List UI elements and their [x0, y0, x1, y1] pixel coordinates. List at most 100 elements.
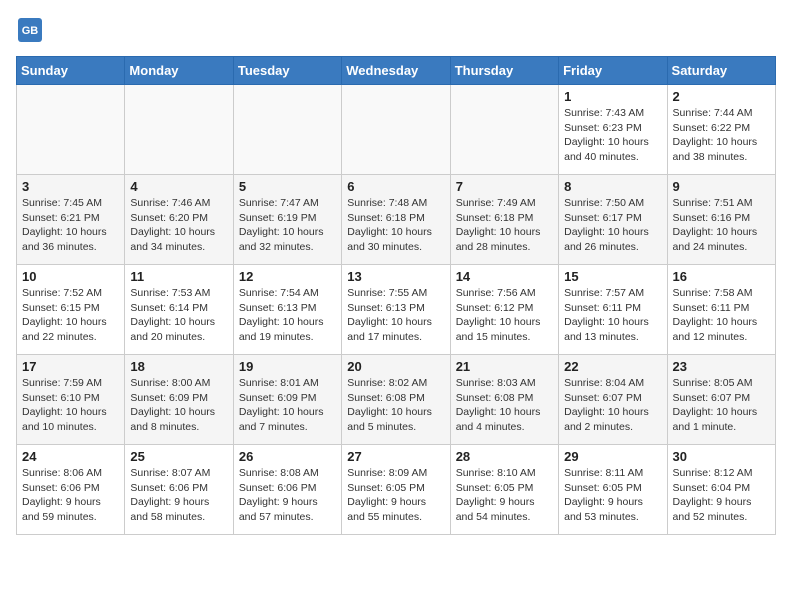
day-info: Sunrise: 7:56 AM Sunset: 6:12 PM Dayligh… — [456, 286, 553, 345]
calendar-cell — [17, 85, 125, 175]
day-info: Sunrise: 8:01 AM Sunset: 6:09 PM Dayligh… — [239, 376, 336, 435]
day-info: Sunrise: 8:11 AM Sunset: 6:05 PM Dayligh… — [564, 466, 661, 525]
calendar-cell: 1Sunrise: 7:43 AM Sunset: 6:23 PM Daylig… — [559, 85, 667, 175]
day-info: Sunrise: 7:43 AM Sunset: 6:23 PM Dayligh… — [564, 106, 661, 165]
day-info: Sunrise: 7:59 AM Sunset: 6:10 PM Dayligh… — [22, 376, 119, 435]
calendar-cell: 14 Sunrise: 7:56 AM Sunset: 6:12 PM Dayli… — [450, 265, 558, 355]
day-number: 17 — [22, 359, 119, 374]
calendar-cell: 25Sunrise: 8:07 AM Sunset: 6:06 PM Dayli… — [125, 445, 233, 535]
logo: GB — [16, 16, 48, 44]
day-number: 3 — [22, 179, 119, 194]
day-info: Sunrise: 7:50 AM Sunset: 6:17 PM Dayligh… — [564, 196, 661, 255]
calendar-week-row: 10 Sunrise: 7:52 AM Sunset: 6:15 PM Dayli… — [17, 265, 776, 355]
calendar-cell: 16Sunrise: 7:58 AM Sunset: 6:11 PM Dayli… — [667, 265, 775, 355]
calendar-cell: 22 Sunrise: 8:04 AM Sunset: 6:07 PM Dayli… — [559, 355, 667, 445]
day-info: Sunrise: 8:08 AM Sunset: 6:06 PM Dayligh… — [239, 466, 336, 525]
weekday-header: Thursday — [450, 57, 558, 85]
day-number: 18 — [130, 359, 227, 374]
calendar-week-row: 17 Sunrise: 7:59 AM Sunset: 6:10 PM Dayli… — [17, 355, 776, 445]
weekday-header: Sunday — [17, 57, 125, 85]
day-number: 23 — [673, 359, 770, 374]
day-number: 8 — [564, 179, 661, 194]
day-info: Sunrise: 8:09 AM Sunset: 6:05 PM Dayligh… — [347, 466, 444, 525]
calendar-cell: 6 Sunrise: 7:48 AM Sunset: 6:18 PM Daylig… — [342, 175, 450, 265]
day-info: Sunrise: 7:58 AM Sunset: 6:11 PM Dayligh… — [673, 286, 770, 345]
calendar-cell — [125, 85, 233, 175]
weekday-header: Wednesday — [342, 57, 450, 85]
calendar-cell: 24 Sunrise: 8:06 AM Sunset: 6:06 PM Dayli… — [17, 445, 125, 535]
calendar-cell: 9Sunrise: 7:51 AM Sunset: 6:16 PM Daylig… — [667, 175, 775, 265]
day-info: Sunrise: 8:12 AM Sunset: 6:04 PM Dayligh… — [673, 466, 770, 525]
calendar-cell — [450, 85, 558, 175]
calendar-cell: 20 Sunrise: 8:02 AM Sunset: 6:08 PM Dayli… — [342, 355, 450, 445]
calendar-cell: 12 Sunrise: 7:54 AM Sunset: 6:13 PM Dayli… — [233, 265, 341, 355]
day-number: 6 — [347, 179, 444, 194]
calendar-cell: 13 Sunrise: 7:55 AM Sunset: 6:13 PM Dayli… — [342, 265, 450, 355]
day-number: 21 — [456, 359, 553, 374]
day-info: Sunrise: 8:05 AM Sunset: 6:07 PM Dayligh… — [673, 376, 770, 435]
weekday-header: Monday — [125, 57, 233, 85]
day-number: 15 — [564, 269, 661, 284]
day-info: Sunrise: 7:55 AM Sunset: 6:13 PM Dayligh… — [347, 286, 444, 345]
svg-text:GB: GB — [22, 25, 39, 37]
calendar-cell: 23 Sunrise: 8:05 AM Sunset: 6:07 PM Dayli… — [667, 355, 775, 445]
calendar-cell: 11 Sunrise: 7:53 AM Sunset: 6:14 PM Dayli… — [125, 265, 233, 355]
day-info: Sunrise: 7:57 AM Sunset: 6:11 PM Dayligh… — [564, 286, 661, 345]
calendar-cell: 3Sunrise: 7:45 AM Sunset: 6:21 PM Daylig… — [17, 175, 125, 265]
day-info: Sunrise: 7:44 AM Sunset: 6:22 PM Dayligh… — [673, 106, 770, 165]
day-info: Sunrise: 7:49 AM Sunset: 6:18 PM Dayligh… — [456, 196, 553, 255]
day-info: Sunrise: 7:52 AM Sunset: 6:15 PM Dayligh… — [22, 286, 119, 345]
day-number: 14 — [456, 269, 553, 284]
day-number: 20 — [347, 359, 444, 374]
day-info: Sunrise: 8:07 AM Sunset: 6:06 PM Dayligh… — [130, 466, 227, 525]
day-number: 29 — [564, 449, 661, 464]
day-number: 22 — [564, 359, 661, 374]
day-number: 30 — [673, 449, 770, 464]
weekday-header: Friday — [559, 57, 667, 85]
calendar-cell — [342, 85, 450, 175]
day-number: 19 — [239, 359, 336, 374]
day-info: Sunrise: 8:03 AM Sunset: 6:08 PM Dayligh… — [456, 376, 553, 435]
day-number: 11 — [130, 269, 227, 284]
calendar-cell: 27Sunrise: 8:09 AM Sunset: 6:05 PM Dayli… — [342, 445, 450, 535]
logo-icon: GB — [16, 16, 44, 44]
header-row: SundayMondayTuesdayWednesdayThursdayFrid… — [17, 57, 776, 85]
calendar-cell: 7 Sunrise: 7:49 AM Sunset: 6:18 PM Daylig… — [450, 175, 558, 265]
day-number: 5 — [239, 179, 336, 194]
day-info: Sunrise: 7:54 AM Sunset: 6:13 PM Dayligh… — [239, 286, 336, 345]
calendar-week-row: 3Sunrise: 7:45 AM Sunset: 6:21 PM Daylig… — [17, 175, 776, 265]
calendar-cell: 26 Sunrise: 8:08 AM Sunset: 6:06 PM Dayli… — [233, 445, 341, 535]
calendar-cell: 21 Sunrise: 8:03 AM Sunset: 6:08 PM Dayli… — [450, 355, 558, 445]
day-info: Sunrise: 7:51 AM Sunset: 6:16 PM Dayligh… — [673, 196, 770, 255]
day-number: 13 — [347, 269, 444, 284]
calendar-cell: 15 Sunrise: 7:57 AM Sunset: 6:11 PM Dayli… — [559, 265, 667, 355]
day-number: 12 — [239, 269, 336, 284]
day-info: Sunrise: 7:46 AM Sunset: 6:20 PM Dayligh… — [130, 196, 227, 255]
calendar-cell: 30 Sunrise: 8:12 AM Sunset: 6:04 PM Dayli… — [667, 445, 775, 535]
calendar-cell: 8 Sunrise: 7:50 AM Sunset: 6:17 PM Daylig… — [559, 175, 667, 265]
day-info: Sunrise: 7:47 AM Sunset: 6:19 PM Dayligh… — [239, 196, 336, 255]
day-number: 4 — [130, 179, 227, 194]
day-info: Sunrise: 8:06 AM Sunset: 6:06 PM Dayligh… — [22, 466, 119, 525]
weekday-header: Saturday — [667, 57, 775, 85]
day-info: Sunrise: 7:53 AM Sunset: 6:14 PM Dayligh… — [130, 286, 227, 345]
day-number: 7 — [456, 179, 553, 194]
calendar-cell: 19 Sunrise: 8:01 AM Sunset: 6:09 PM Dayli… — [233, 355, 341, 445]
calendar-cell: 18 Sunrise: 8:00 AM Sunset: 6:09 PM Dayli… — [125, 355, 233, 445]
day-info: Sunrise: 8:04 AM Sunset: 6:07 PM Dayligh… — [564, 376, 661, 435]
calendar-week-row: 24 Sunrise: 8:06 AM Sunset: 6:06 PM Dayli… — [17, 445, 776, 535]
calendar-cell: 28 Sunrise: 8:10 AM Sunset: 6:05 PM Dayli… — [450, 445, 558, 535]
calendar-week-row: 1Sunrise: 7:43 AM Sunset: 6:23 PM Daylig… — [17, 85, 776, 175]
calendar-table: SundayMondayTuesdayWednesdayThursdayFrid… — [16, 56, 776, 535]
day-info: Sunrise: 7:48 AM Sunset: 6:18 PM Dayligh… — [347, 196, 444, 255]
day-number: 26 — [239, 449, 336, 464]
calendar-cell: 10 Sunrise: 7:52 AM Sunset: 6:15 PM Dayli… — [17, 265, 125, 355]
day-number: 10 — [22, 269, 119, 284]
calendar-cell — [233, 85, 341, 175]
day-info: Sunrise: 8:02 AM Sunset: 6:08 PM Dayligh… — [347, 376, 444, 435]
day-info: Sunrise: 8:00 AM Sunset: 6:09 PM Dayligh… — [130, 376, 227, 435]
calendar-cell: 17 Sunrise: 7:59 AM Sunset: 6:10 PM Dayli… — [17, 355, 125, 445]
day-info: Sunrise: 8:10 AM Sunset: 6:05 PM Dayligh… — [456, 466, 553, 525]
day-number: 24 — [22, 449, 119, 464]
day-number: 28 — [456, 449, 553, 464]
